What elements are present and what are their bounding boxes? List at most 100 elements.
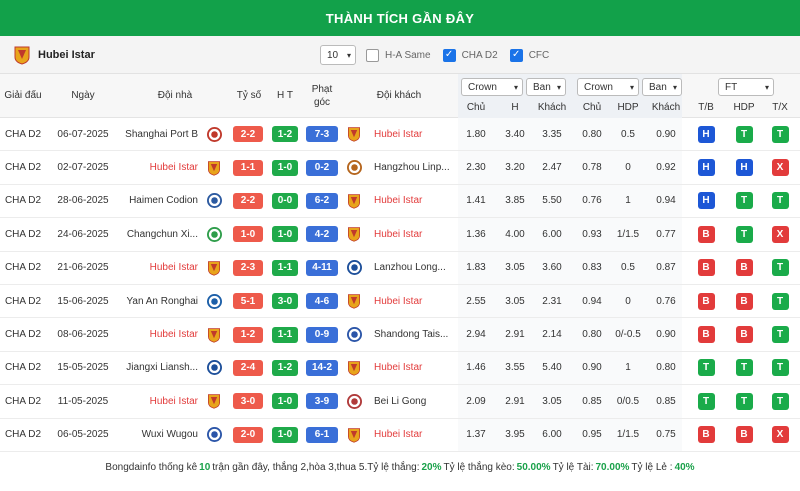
hdp-result-badge: T bbox=[735, 359, 753, 377]
hdp-away-cell: 0.85 bbox=[656, 395, 676, 407]
over-under-badge: T bbox=[771, 125, 789, 143]
match-count-select[interactable]: 10 ▾ bbox=[320, 45, 356, 65]
away-logo bbox=[344, 285, 364, 317]
league-cell: CHA D2 bbox=[4, 429, 42, 441]
cfc-checkbox[interactable]: ✓ bbox=[509, 48, 523, 62]
odds-draw-cell: 3.40 bbox=[505, 128, 525, 140]
away-team-link[interactable]: Hubei Istar bbox=[374, 352, 454, 384]
footer-win-rate: 20% bbox=[421, 462, 442, 474]
odds-home-cell: 1.46 bbox=[466, 362, 486, 374]
odds-draw-cell: 3.85 bbox=[505, 195, 525, 207]
hubei-istar-crest-icon bbox=[348, 227, 360, 242]
corner-badge: 4-6 bbox=[306, 293, 338, 310]
over-under-badge: X bbox=[771, 159, 789, 177]
home-logo bbox=[204, 118, 224, 150]
odds-draw-cell: 2.91 bbox=[505, 329, 525, 341]
away-team-link[interactable]: Lanzhou Long... bbox=[374, 252, 454, 284]
result-period-select[interactable]: FT ▾ bbox=[718, 78, 774, 96]
away-team-link[interactable]: Hubei Istar bbox=[374, 185, 454, 217]
score-badge[interactable]: 2-3 bbox=[233, 259, 263, 276]
odds-type-select-1[interactable]: Ban ▾ bbox=[526, 78, 566, 96]
footer-count: 10 bbox=[199, 462, 211, 474]
table-row[interactable]: CHA D2 15-05-2025 Jiangxi Liansh... 2-4 1-2 1… bbox=[0, 351, 800, 386]
home-logo bbox=[204, 318, 224, 350]
table-row[interactable]: CHA D2 15-06-2025 Yan An Ronghai 5-1 3-0 4-6 H… bbox=[0, 284, 800, 319]
over-under-badge: T bbox=[771, 326, 789, 344]
odds-draw-cell: 4.00 bbox=[505, 228, 525, 240]
date-cell: 06-07-2025 bbox=[57, 128, 109, 140]
score-badge[interactable]: 2-0 bbox=[233, 426, 263, 443]
home-team-link[interactable]: Changchun Xi... bbox=[120, 218, 198, 250]
table-row[interactable]: CHA D2 06-07-2025 Shanghai Port B 2-2 1-2 7-3… bbox=[0, 118, 800, 152]
hdp-line-cell: 1/1.5 bbox=[616, 429, 640, 441]
home-team-link[interactable]: Haimen Codion bbox=[120, 185, 198, 217]
table-row[interactable]: CHA D2 02-07-2025 Hubei Istar 1-1 1-0 0-2 Hang… bbox=[0, 151, 800, 185]
hdp-result-badge: T bbox=[735, 192, 753, 210]
home-team-link[interactable]: Hubei Istar bbox=[120, 252, 198, 284]
home-team-link[interactable]: Hubei Istar bbox=[120, 385, 198, 417]
corner-badge: 0-2 bbox=[306, 159, 338, 176]
odds-type-select-2[interactable]: Ban ▾ bbox=[642, 78, 682, 96]
home-team-link[interactable]: Yan An Ronghai bbox=[120, 285, 198, 317]
away-logo bbox=[344, 118, 364, 150]
footer-odds-rate: 50.00% bbox=[516, 462, 551, 474]
score-badge[interactable]: 1-0 bbox=[233, 226, 263, 243]
home-team-link[interactable]: Shanghai Port B bbox=[120, 118, 198, 150]
away-team-link[interactable]: Hubei Istar bbox=[374, 285, 454, 317]
header-odds-away: Khách bbox=[537, 102, 567, 113]
away-team-link[interactable]: Hubei Istar bbox=[374, 419, 454, 451]
header-odds-home: Chủ bbox=[466, 102, 486, 113]
home-team-link[interactable]: Wuxi Wugou bbox=[120, 419, 198, 451]
hubei-istar-crest-icon bbox=[208, 160, 220, 176]
score-badge[interactable]: 5-1 bbox=[233, 293, 263, 310]
over-under-badge: T bbox=[771, 259, 789, 277]
table-row[interactable]: CHA D2 06-05-2025 Wuxi Wugou 2-0 1-0 6-1 Hubei… bbox=[0, 418, 800, 452]
score-badge[interactable]: 1-1 bbox=[233, 159, 263, 176]
league-cell: CHA D2 bbox=[4, 295, 42, 307]
away-logo bbox=[344, 385, 364, 417]
home-team-link[interactable]: Hubei Istar bbox=[120, 318, 198, 350]
over-under-badge: T bbox=[771, 359, 789, 377]
odds-away-cell: 6.00 bbox=[542, 429, 562, 441]
date-cell: 02-07-2025 bbox=[57, 162, 109, 174]
league-cell: CHA D2 bbox=[4, 162, 42, 174]
home-logo bbox=[204, 185, 224, 217]
away-team-link[interactable]: Hubei Istar bbox=[374, 218, 454, 250]
hdp-line-cell: 0.5 bbox=[621, 128, 635, 140]
home-team-link[interactable]: Jiangxi Liansh... bbox=[120, 352, 198, 384]
result-period-value: FT bbox=[725, 81, 738, 93]
league-cell: CHA D2 bbox=[4, 228, 42, 240]
league-cell: CHA D2 bbox=[4, 262, 42, 274]
odds-draw-cell: 3.05 bbox=[505, 295, 525, 307]
odds-home-cell: 2.30 bbox=[466, 162, 486, 174]
table-row[interactable]: CHA D2 11-05-2025 Hubei Istar 3-0 1-0 3-9 Bei … bbox=[0, 385, 800, 419]
odds-away-cell: 2.47 bbox=[542, 162, 562, 174]
home-team-link[interactable]: Hubei Istar bbox=[120, 151, 198, 183]
cha-d2-checkbox[interactable]: ✓ bbox=[442, 48, 456, 62]
score-badge[interactable]: 2-2 bbox=[233, 192, 263, 209]
score-badge[interactable]: 2-2 bbox=[233, 126, 263, 143]
away-team-link[interactable]: Bei Li Gong bbox=[374, 385, 454, 417]
odds-away-cell: 3.35 bbox=[542, 128, 562, 140]
table-row[interactable]: CHA D2 21-06-2025 Hubei Istar 2-3 1-1 4-11 Lan… bbox=[0, 251, 800, 285]
odds-home-cell: 1.83 bbox=[466, 262, 486, 274]
odds-provider-select-2[interactable]: Crown ▾ bbox=[577, 78, 639, 96]
odds-draw-cell: 3.05 bbox=[505, 262, 525, 274]
away-logo bbox=[344, 185, 364, 217]
table-row[interactable]: CHA D2 08-06-2025 Hubei Istar 1-2 1-1 0-9 Shan… bbox=[0, 318, 800, 352]
odds-provider-select-1[interactable]: Crown ▾ bbox=[461, 78, 523, 96]
h-a-same-checkbox[interactable] bbox=[366, 48, 379, 62]
hdp-line-cell: 1/1.5 bbox=[616, 228, 640, 240]
away-team-link[interactable]: Hangzhou Linp... bbox=[374, 151, 454, 183]
away-team-link[interactable]: Shandong Tais... bbox=[374, 318, 454, 350]
score-badge[interactable]: 2-4 bbox=[233, 359, 263, 376]
table-row[interactable]: CHA D2 28-06-2025 Haimen Codion 2-2 0-0 6-2 Hu… bbox=[0, 184, 800, 219]
home-logo bbox=[204, 352, 224, 384]
odds-draw-cell: 3.20 bbox=[505, 162, 525, 174]
away-team-link[interactable]: Hubei Istar bbox=[374, 118, 454, 150]
table-row[interactable]: CHA D2 24-06-2025 Changchun Xi... 1-0 1-0 4-2… bbox=[0, 218, 800, 252]
score-badge[interactable]: 1-2 bbox=[233, 326, 263, 343]
score-badge[interactable]: 3-0 bbox=[233, 393, 263, 410]
chevron-down-icon: ▾ bbox=[346, 50, 351, 60]
away-logo bbox=[344, 151, 364, 183]
